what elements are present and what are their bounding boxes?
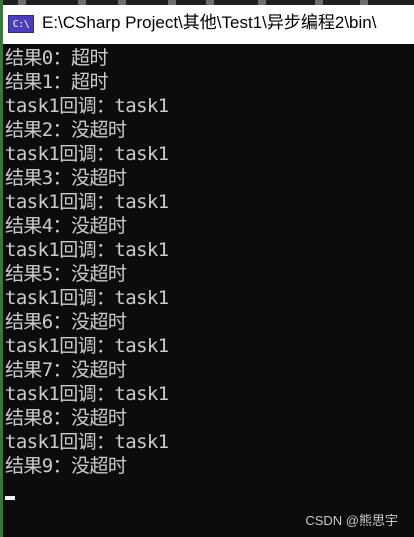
window-accent-edge	[0, 0, 3, 537]
console-app-icon[interactable]: C:\	[8, 15, 34, 33]
console-line: task1回调：task1	[5, 191, 169, 213]
console-line: 结果1：超时	[5, 71, 108, 93]
console-cursor	[5, 496, 15, 500]
console-line: task1回调：task1	[5, 95, 169, 117]
console-line: 结果6：没超时	[5, 311, 127, 333]
console-line: 结果7：没超时	[5, 359, 127, 381]
window-title: E:\CSharp Project\其他\Test1\异步编程2\bin\	[42, 13, 377, 32]
console-line: 结果0：超时	[5, 47, 108, 69]
console-line: 结果9：没超时	[5, 455, 127, 477]
console-line: 结果5：没超时	[5, 263, 127, 285]
console-line: 结果8：没超时	[5, 407, 127, 429]
console-line: task1回调：task1	[5, 239, 169, 261]
console-line: task1回调：task1	[5, 383, 169, 405]
console-line: task1回调：task1	[5, 143, 169, 165]
console-output[interactable]: 结果0：超时 结果1：超时 task1回调：task1 结果2：没超时 task…	[5, 46, 410, 478]
console-line: 结果3：没超时	[5, 167, 127, 189]
console-line: task1回调：task1	[5, 335, 169, 357]
console-line: 结果4：没超时	[5, 215, 127, 237]
watermark: CSDN @熊思宇	[305, 513, 398, 528]
console-line: task1回调：task1	[5, 431, 169, 453]
top-strip	[0, 0, 414, 5]
console-line: 结果2：没超时	[5, 119, 127, 141]
title-bar[interactable]: C:\ E:\CSharp Project\其他\Test1\异步编程2\bin…	[0, 0, 414, 44]
console-window: C:\ E:\CSharp Project\其他\Test1\异步编程2\bin…	[0, 0, 414, 537]
console-line: task1回调：task1	[5, 287, 169, 309]
